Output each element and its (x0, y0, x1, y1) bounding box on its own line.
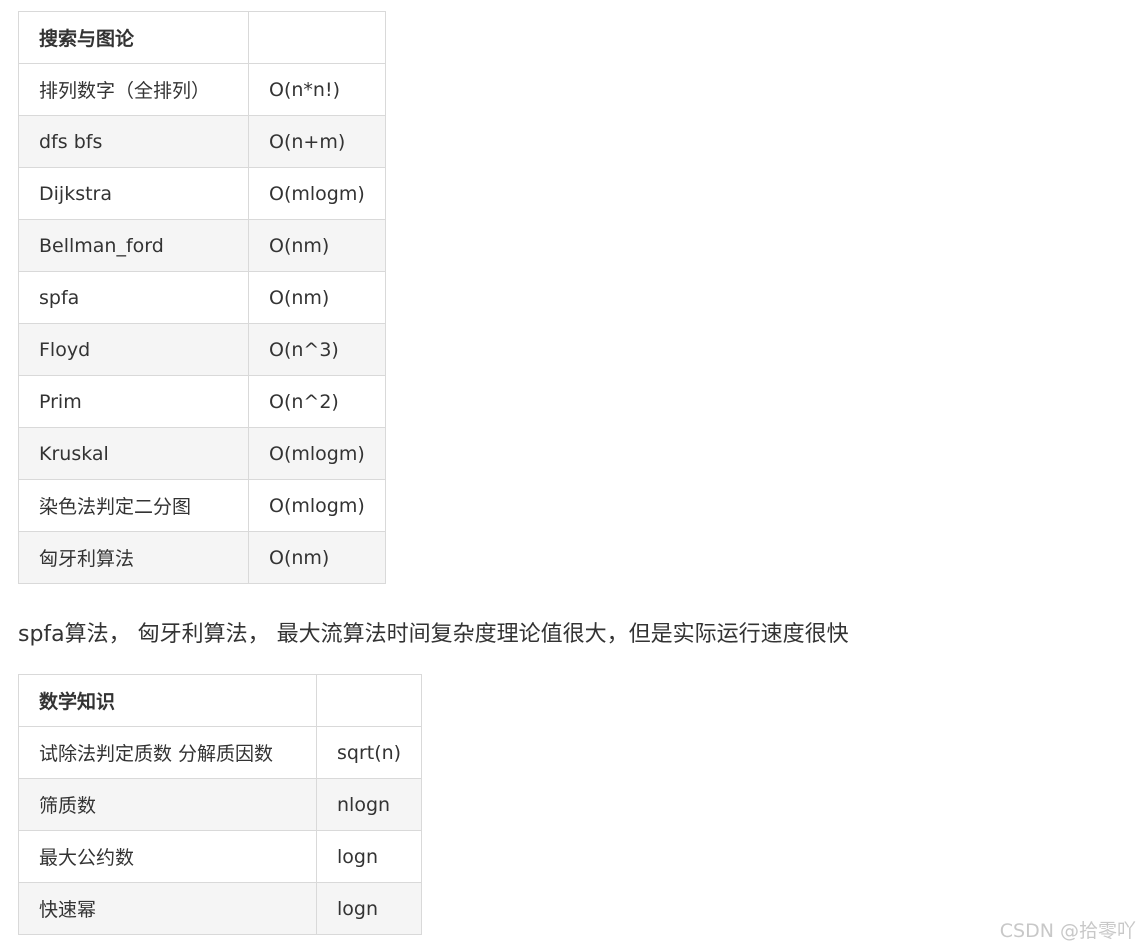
table-row: Kruskal O(mlogm) (18, 427, 386, 480)
complexity-cell: O(n^2) (248, 375, 386, 428)
table-header-row: 数学知识 (18, 674, 423, 727)
table-row: 染色法判定二分图 O(mlogm) (18, 479, 386, 532)
complexity-cell: O(n+m) (248, 115, 386, 168)
table-row: 快速幂 logn (18, 882, 423, 935)
table-row: 匈牙利算法 O(nm) (18, 531, 386, 584)
algorithm-cell: Dijkstra (18, 167, 249, 220)
algorithm-cell: Prim (18, 375, 249, 428)
algorithm-cell: spfa (18, 271, 249, 324)
complexity-cell: O(mlogm) (248, 167, 386, 220)
algorithm-cell: 排列数字（全排列） (18, 63, 249, 116)
complexity-cell: O(mlogm) (248, 479, 386, 532)
algorithm-cell: Bellman_ford (18, 219, 249, 272)
algorithm-cell: dfs bfs (18, 115, 249, 168)
complexity-cell: O(mlogm) (248, 427, 386, 480)
search-graph-complexity-table: 搜索与图论 排列数字（全排列） O(n*n!) dfs bfs O(n+m) D… (18, 11, 386, 584)
table-header-cell: 搜索与图论 (18, 11, 249, 64)
complexity-cell: O(nm) (248, 531, 386, 584)
complexity-cell: O(nm) (248, 219, 386, 272)
note-paragraph: spfa算法， 匈牙利算法， 最大流算法时间复杂度理论值很大，但是实际运行速度很… (18, 622, 849, 647)
watermark: CSDN @拾零吖 (999, 920, 1136, 942)
table-row: 最大公约数 logn (18, 830, 423, 883)
table-header-row: 搜索与图论 (18, 11, 386, 64)
algorithm-cell: 试除法判定质数 分解质因数 (18, 726, 317, 779)
table-row: 排列数字（全排列） O(n*n!) (18, 63, 386, 116)
table-row: Bellman_ford O(nm) (18, 219, 386, 272)
table-row: 试除法判定质数 分解质因数 sqrt(n) (18, 726, 423, 779)
algorithm-cell: 筛质数 (18, 778, 317, 831)
algorithm-cell: 最大公约数 (18, 830, 317, 883)
complexity-cell: sqrt(n) (315, 726, 423, 779)
table-row: Floyd O(n^3) (18, 323, 386, 376)
table-row: Dijkstra O(mlogm) (18, 167, 386, 220)
algorithm-cell: Floyd (18, 323, 249, 376)
complexity-cell: logn (315, 882, 423, 935)
table-row: Prim O(n^2) (18, 375, 386, 428)
table-row: 筛质数 nlogn (18, 778, 423, 831)
algorithm-cell: 快速幂 (18, 882, 317, 935)
table-row: spfa O(nm) (18, 271, 386, 324)
algorithm-cell: 匈牙利算法 (18, 531, 249, 584)
table-header-cell (315, 674, 423, 727)
math-complexity-table: 数学知识 试除法判定质数 分解质因数 sqrt(n) 筛质数 nlogn 最大公… (18, 674, 423, 935)
complexity-cell: nlogn (315, 778, 423, 831)
complexity-cell: O(n*n!) (248, 63, 386, 116)
algorithm-cell: Kruskal (18, 427, 249, 480)
table-header-cell (248, 11, 386, 64)
algorithm-cell: 染色法判定二分图 (18, 479, 249, 532)
complexity-cell: O(nm) (248, 271, 386, 324)
complexity-cell: logn (315, 830, 423, 883)
table-row: dfs bfs O(n+m) (18, 115, 386, 168)
complexity-cell: O(n^3) (248, 323, 386, 376)
table-header-cell: 数学知识 (18, 674, 317, 727)
